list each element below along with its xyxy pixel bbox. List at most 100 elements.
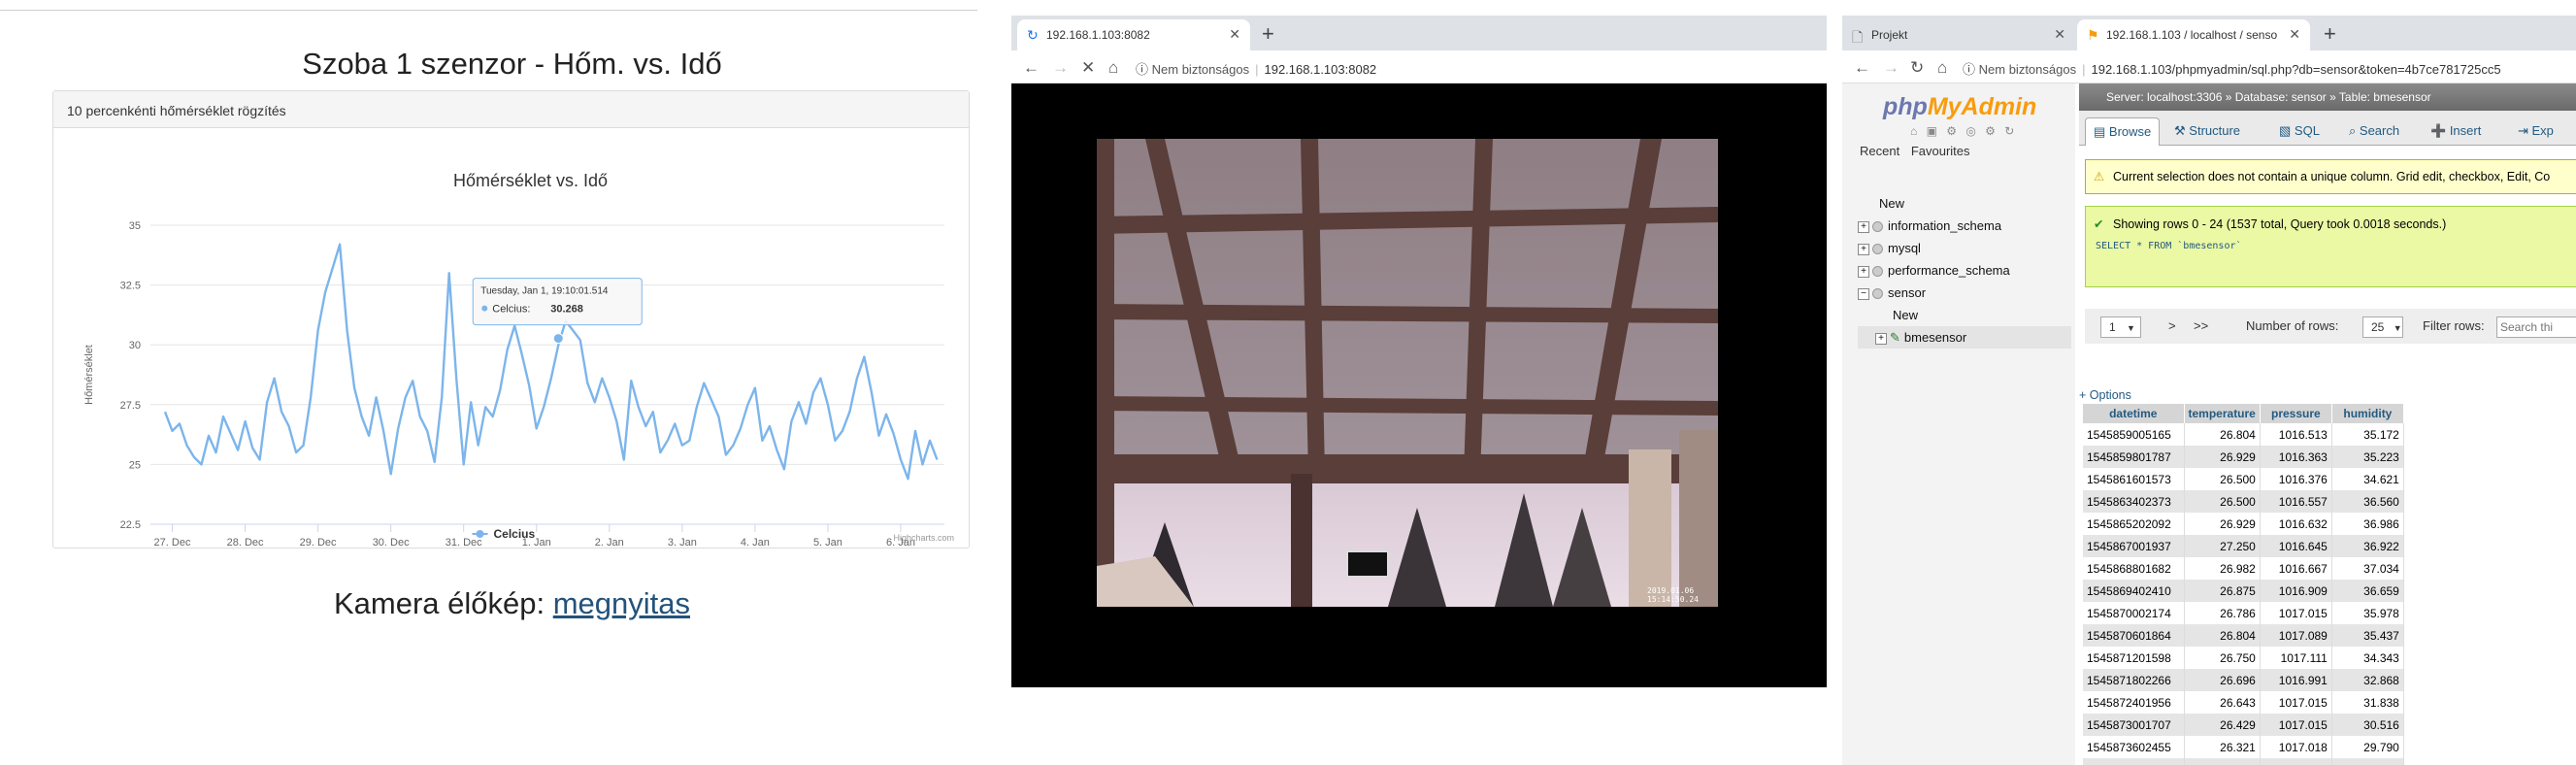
tab-insert[interactable]: ➕ Insert xyxy=(2423,117,2489,146)
tree-db-mysql[interactable]: + mysql xyxy=(1858,237,2071,259)
phpmyadmin-logo[interactable]: phpMyAdmin xyxy=(1883,93,2036,121)
last-page-button[interactable]: >> xyxy=(2194,318,2208,333)
camera-open-link[interactable]: megnyitas xyxy=(553,586,690,620)
column-header-humidity[interactable]: humidity xyxy=(2331,404,2404,423)
camera-browser-window: ↻ 192.168.1.103:8082 ✕ + ← → ✕ ⌂ ⓘ Nem b… xyxy=(1011,16,1827,687)
table-row[interactable]: 1545873001707 26.429 1017.015 30.516 xyxy=(2083,714,2404,736)
filter-input[interactable] xyxy=(2496,316,2576,338)
x-tick-label: 3. Jan xyxy=(668,537,697,548)
table-row[interactable]: 1545868801682 26.982 1016.667 37.034 xyxy=(2083,557,2404,580)
tree-table-bmesensor[interactable]: + ✎ bmesensor xyxy=(1858,326,2071,349)
table-cell: 35.978 xyxy=(2331,602,2404,624)
tab-export[interactable]: ⇥ Exp xyxy=(2510,117,2561,146)
top-divider xyxy=(0,10,977,11)
recent-tab[interactable]: Recent xyxy=(1860,144,1899,158)
table-cell: 26.929 xyxy=(2184,446,2261,468)
table-row[interactable]: 1545867001937 27.250 1016.645 36.922 xyxy=(2083,535,2404,557)
table-cell: 1545873001707 xyxy=(2083,714,2185,736)
column-header-datetime[interactable]: datetime xyxy=(2083,404,2185,423)
home-icon[interactable]: ⌂ xyxy=(1108,58,1118,78)
forward-icon[interactable]: → xyxy=(1883,58,1899,78)
back-icon[interactable]: ← xyxy=(1023,58,1040,78)
table-row[interactable]: 1545869402410 26.875 1016.909 36.659 xyxy=(2083,580,2404,602)
table-cell: 1545867001937 xyxy=(2083,535,2185,557)
table-row[interactable]: 1545871802266 26.696 1016.991 32.868 xyxy=(2083,669,2404,691)
page-title: Szoba 1 szenzor - Hőm. vs. Idő xyxy=(302,47,722,81)
main-content: Server: localhost:3306 » Database: senso… xyxy=(2079,83,2576,765)
table-row[interactable]: 1545859801787 26.929 1016.363 35.223 xyxy=(2083,446,2404,468)
tab-camera[interactable]: ↻ 192.168.1.103:8082 ✕ xyxy=(1017,19,1250,50)
table-row[interactable]: 1545872401956 26.643 1017.015 31.838 xyxy=(2083,691,2404,714)
database-tree: New + information_schema + mysql + performa… xyxy=(1858,192,2071,349)
temperature-chart: Hőmérséklet vs. Idő 22.5 25 27.5 30 32.5 35 27.… xyxy=(83,171,954,548)
table-row[interactable]: 1545859005165 26.804 1016.513 35.172 xyxy=(2083,423,2404,446)
close-tab-icon[interactable]: ✕ xyxy=(2289,26,2300,43)
timestamp-time: 15:14:50.24 xyxy=(1647,595,1699,604)
home-icon[interactable]: ⌂ xyxy=(1937,58,1947,78)
options-link[interactable]: + Options xyxy=(2079,388,2131,402)
table-row[interactable]: 1545871201598 26.750 1017.111 34.343 xyxy=(2083,647,2404,669)
hover-point xyxy=(552,333,564,345)
table-header: datetime temperature pressure humidity xyxy=(2083,404,2404,423)
table-row[interactable]: 1545870601864 26.804 1017.089 35.437 xyxy=(2083,624,2404,647)
close-tab-icon[interactable]: ✕ xyxy=(2054,26,2065,43)
tree-sensor-new[interactable]: New xyxy=(1858,304,2071,326)
table-cell: 26.500 xyxy=(2184,490,2261,513)
tooltip-date: Tuesday, Jan 1, 19:10:01.514 xyxy=(480,286,609,297)
table-row[interactable]: 1545861601573 26.500 1016.376 34.621 xyxy=(2083,468,2404,490)
url-field-pma[interactable]: ⓘ Nem biztonságos | 192.168.1.103/phpmyadm… xyxy=(1963,59,2501,78)
table-row[interactable]: 154587420215926.3391017.12831.195 xyxy=(2083,758,2404,765)
tab-browse[interactable]: ▤ Browse xyxy=(2085,117,2161,146)
reload-icon[interactable]: ↻ xyxy=(1910,58,1924,78)
page-select[interactable]: 1 ▼ xyxy=(2100,316,2141,338)
table-cell: 1017.015 xyxy=(2260,691,2332,714)
table-row[interactable]: 1545865202092 26.929 1016.632 36.986 xyxy=(2083,513,2404,535)
table-row[interactable]: 1545870002174 26.786 1017.015 35.978 xyxy=(2083,602,2404,624)
table-cell: 1545863402373 xyxy=(2083,490,2185,513)
rows-select[interactable]: 25 ▼ xyxy=(2362,316,2403,338)
quick-icons[interactable]: ⌂ ▣ ⚙ ◎ ⚙ ↻ xyxy=(1910,124,2017,138)
table-cell: 26.643 xyxy=(2184,691,2261,714)
close-tab-icon[interactable]: ✕ xyxy=(1229,26,1240,43)
table-row[interactable]: 1545873602455 26.321 1017.018 29.790 xyxy=(2083,736,2404,758)
new-tab-icon[interactable]: + xyxy=(1262,21,1274,47)
table-cell: 1017.089 xyxy=(2260,624,2332,647)
table-cell: 26.982 xyxy=(2184,557,2261,580)
x-tick-label: 30. Dec xyxy=(373,537,410,548)
forward-icon[interactable]: → xyxy=(1052,58,1069,78)
tree-db-performance-schema[interactable]: + performance_schema xyxy=(1858,259,2071,282)
y-tick-label: 35 xyxy=(129,220,141,232)
x-tick-label: 27. Dec xyxy=(154,537,191,548)
stop-icon[interactable]: ✕ xyxy=(1081,58,1095,78)
table-cell: 26.429 xyxy=(2184,714,2261,736)
tab-projekt[interactable]: 🗋 Projekt ✕ xyxy=(1842,19,2075,50)
tab-sql[interactable]: ▧ SQL xyxy=(2271,117,2328,146)
table-cell: 34.621 xyxy=(2331,468,2404,490)
column-header-temperature[interactable]: temperature xyxy=(2184,404,2261,423)
rows-label: Number of rows: xyxy=(2246,318,2339,333)
tab-structure[interactable]: ⚒ Structure xyxy=(2166,117,2248,146)
url-field[interactable]: ⓘ Nem biztonságos | 192.168.1.103:8082 xyxy=(1136,59,1376,78)
y-tick-label: 22.5 xyxy=(120,519,141,531)
table-row[interactable]: 1545863402373 26.500 1016.557 36.560 xyxy=(2083,490,2404,513)
table-cell: 1545870002174 xyxy=(2083,602,2185,624)
tree-new[interactable]: New xyxy=(1858,192,2071,215)
table-cell: 1545871201598 xyxy=(2083,647,2185,669)
notice-message: ⚠ Current selection does not contain a u… xyxy=(2085,159,2576,194)
tree-db-information-schema[interactable]: + information_schema xyxy=(1858,215,2071,237)
table-cell: 36.560 xyxy=(2331,490,2404,513)
tab-phpmyadmin[interactable]: ⚑ 192.168.1.103 / localhost / senso ✕ xyxy=(2077,19,2310,50)
back-icon[interactable]: ← xyxy=(1854,58,1870,78)
tab-bar-pma: 🗋 Projekt ✕ ⚑ 192.168.1.103 / localhost … xyxy=(1842,16,2576,50)
sql-query[interactable]: SELECT * FROM `bmesensor` xyxy=(2096,241,2576,251)
tab-pma-title: 192.168.1.103 / localhost / senso xyxy=(2106,28,2278,42)
table-cell: 26.750 xyxy=(2184,647,2261,669)
navigation-panel: phpMyAdmin ⌂ ▣ ⚙ ◎ ⚙ ↻ Recent Favourites… xyxy=(1842,83,2075,765)
tab-search[interactable]: ⌕ Search xyxy=(2341,117,2407,146)
new-tab-icon[interactable]: + xyxy=(2324,21,2336,47)
column-header-pressure[interactable]: pressure xyxy=(2260,404,2332,423)
next-page-button[interactable]: > xyxy=(2168,318,2176,333)
favourites-tab[interactable]: Favourites xyxy=(1911,144,1970,158)
table-cell: 31.838 xyxy=(2331,691,2404,714)
tree-db-sensor[interactable]: − sensor xyxy=(1858,282,2071,304)
